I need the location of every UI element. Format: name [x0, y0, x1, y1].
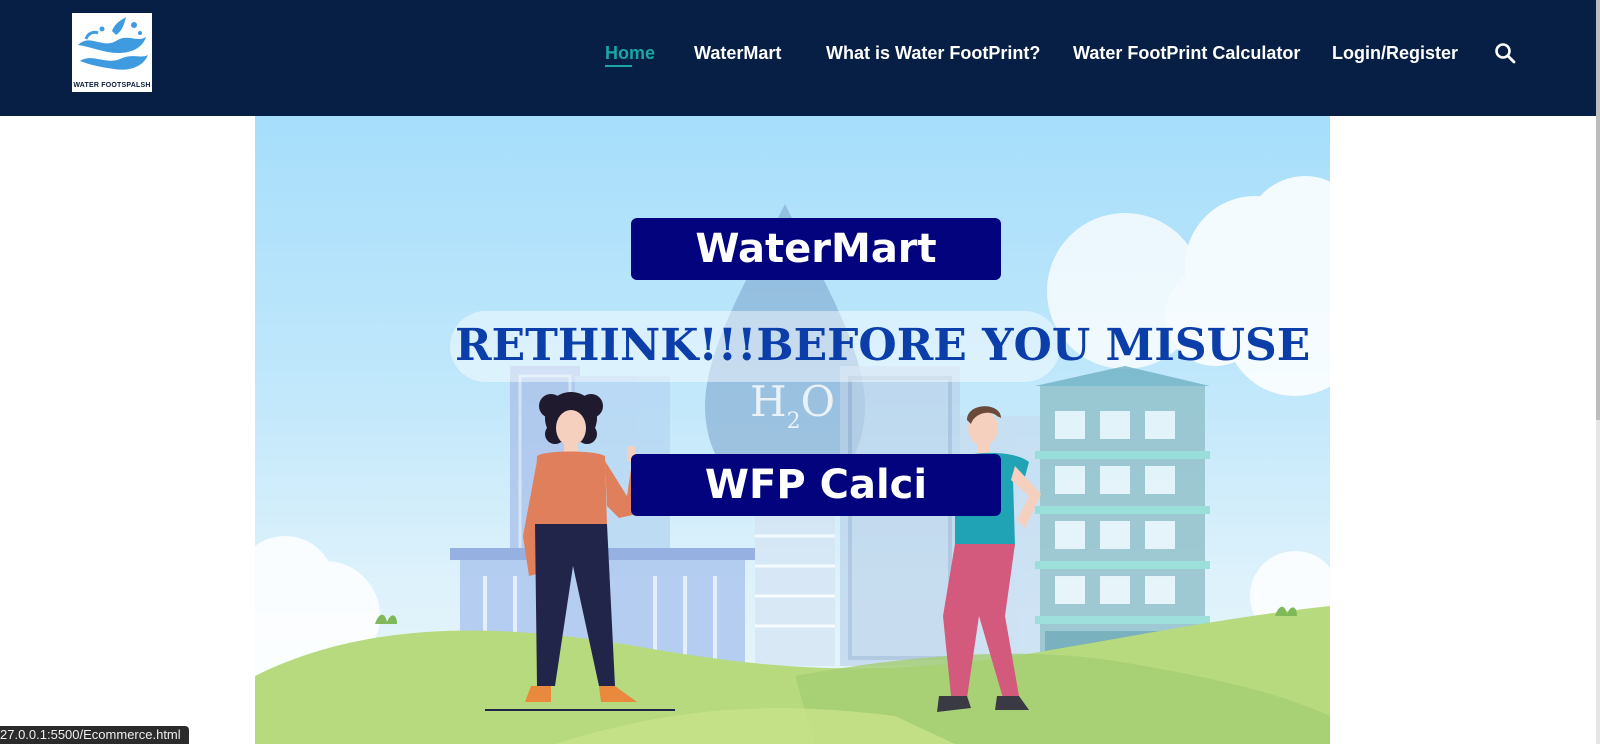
nav-watermart[interactable]: WaterMart [694, 40, 781, 66]
search-button[interactable] [1494, 42, 1516, 64]
nav-login-register[interactable]: Login/Register [1332, 40, 1458, 66]
hero-banner: H2O WaterMart RETHINK!!!BEFORE YOU MISUS… [255, 116, 1330, 744]
hero-slogan: RETHINK!!!BEFORE YOU MISUSE [455, 320, 1311, 371]
nav-what-is-water-footprint[interactable]: What is Water FootPrint? [826, 40, 1040, 66]
watermart-button[interactable]: WaterMart [631, 218, 1001, 280]
page-scrollbar[interactable] [1596, 0, 1600, 744]
logo-text: WATER FOOTSPALSH [73, 82, 151, 89]
status-bar-url: 27.0.0.1:5500/Ecommerce.html [0, 726, 189, 744]
wfp-calci-button[interactable]: WFP Calci [631, 454, 1001, 516]
search-icon [1495, 43, 1516, 64]
nav-water-footprint-calculator[interactable]: Water FootPrint Calculator [1073, 40, 1300, 66]
water-splash-icon [78, 17, 148, 70]
hero-illustration: H2O [255, 176, 1330, 744]
site-logo[interactable]: WATER FOOTSPALSH [72, 13, 152, 92]
top-navbar: WATER FOOTSPALSH Home WaterMart What is … [0, 0, 1596, 116]
nav-home[interactable]: Home [605, 40, 655, 67]
